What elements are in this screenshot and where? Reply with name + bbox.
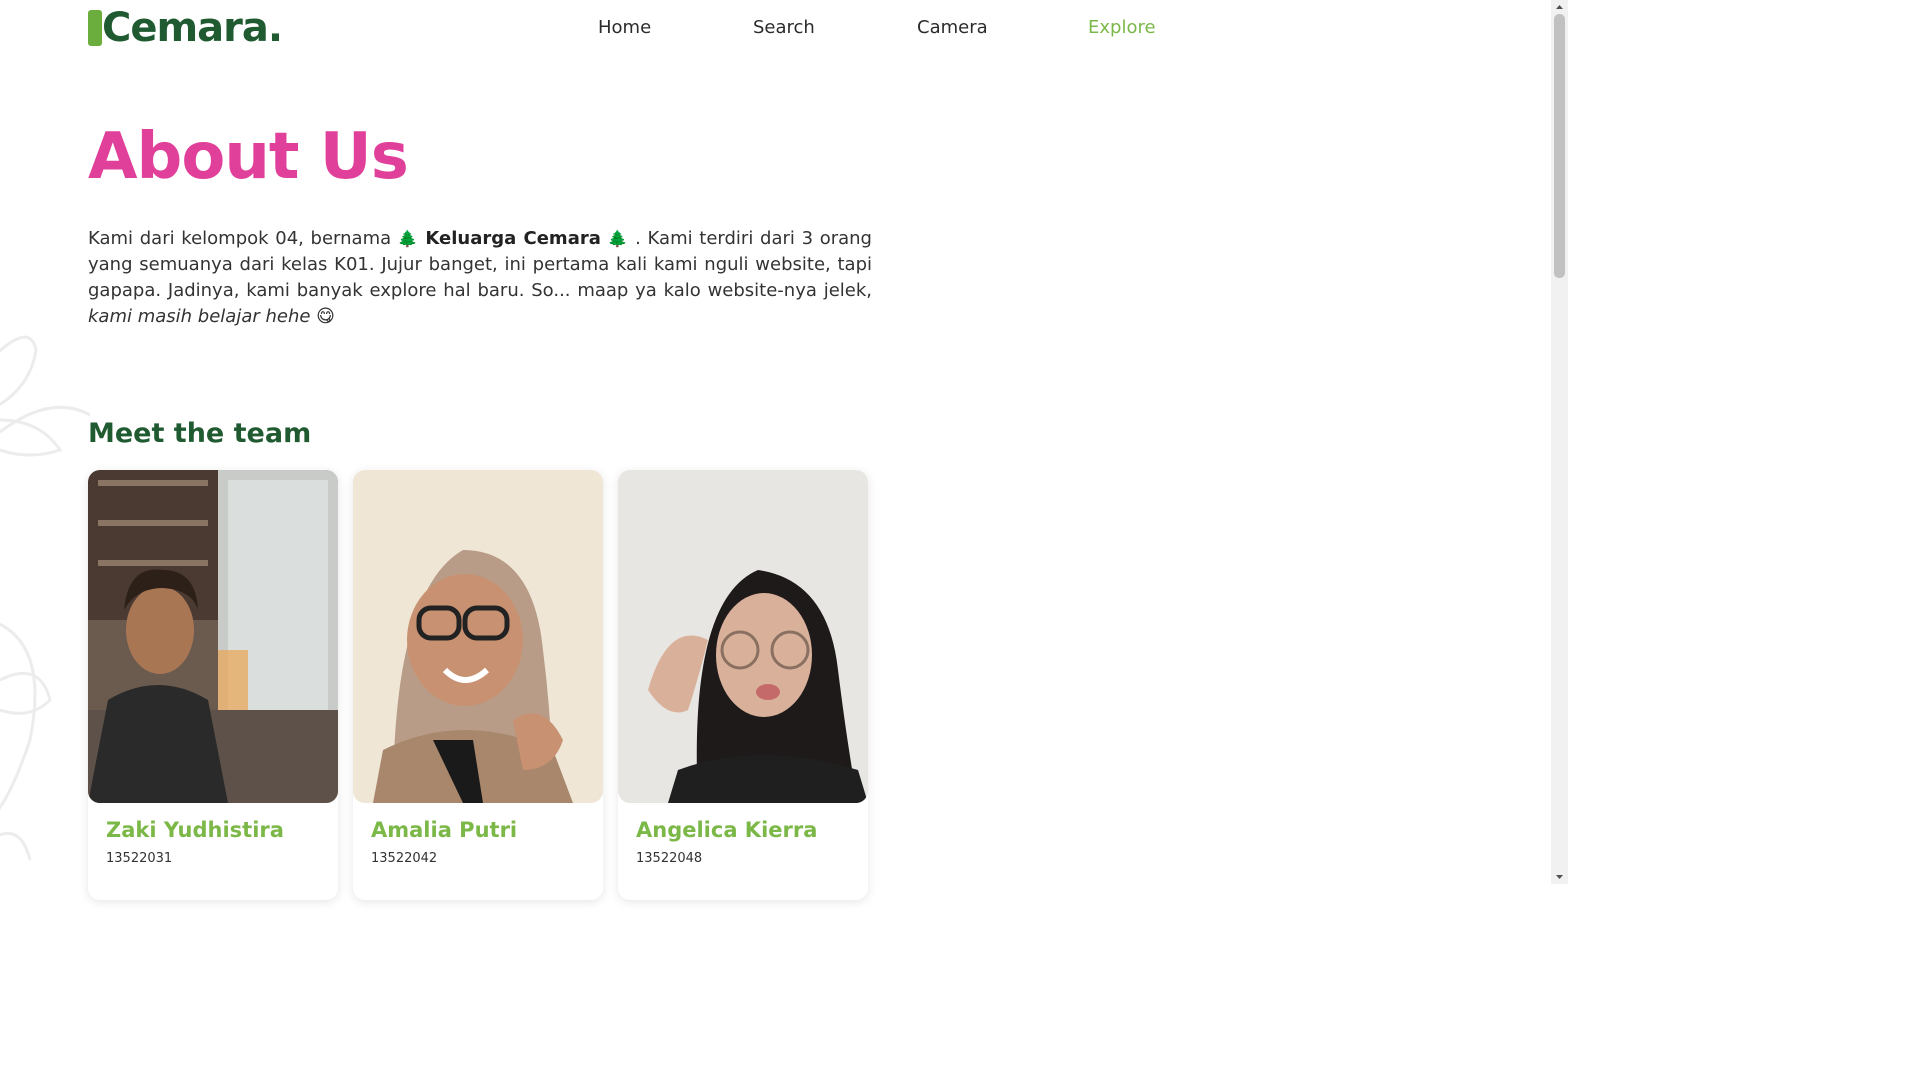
intro-paragraph: Kami dari kelompok 04, bernama 🌲 Keluarg… (88, 226, 872, 330)
leaf-decoration-icon (0, 335, 90, 861)
nav-search[interactable]: Search (753, 17, 815, 38)
nav-camera[interactable]: Camera (917, 17, 988, 38)
team-cards: Zaki Yudhistira 13522031 Amalia Putri 13… (88, 470, 878, 900)
member-photo (353, 470, 603, 803)
page-scrollbar[interactable] (1551, 0, 1568, 884)
group-name: Keluarga Cemara (425, 228, 601, 249)
member-photo (88, 470, 338, 803)
member-name: Amalia Putri (371, 818, 518, 842)
intro-italic: kami masih belajar hehe (88, 306, 311, 327)
intro-text-1: Kami dari kelompok 04, bernama (88, 228, 398, 249)
scroll-up-icon[interactable] (1551, 0, 1568, 14)
scrollbar-thumb[interactable] (1554, 14, 1565, 278)
tree-icon: 🌲 (607, 229, 629, 248)
member-nim: 13522042 (371, 851, 438, 866)
member-name: Angelica Kierra (636, 818, 818, 842)
tree-icon: 🌲 (397, 229, 419, 248)
scroll-down-icon[interactable] (1551, 870, 1568, 884)
nav-links: Home Search Camera Explore (0, 17, 1551, 41)
member-name: Zaki Yudhistira (106, 818, 284, 842)
team-heading: Meet the team (88, 418, 312, 449)
team-card[interactable]: Zaki Yudhistira 13522031 (88, 470, 338, 900)
tongue-emoji-icon: 😋 (316, 306, 335, 327)
member-nim: 13522048 (636, 851, 703, 866)
team-card[interactable]: Amalia Putri 13522042 (353, 470, 603, 900)
nav-explore[interactable]: Explore (1088, 17, 1156, 38)
nav-home[interactable]: Home (598, 17, 651, 38)
page-title: About Us (88, 120, 409, 194)
member-photo (618, 470, 868, 803)
team-card[interactable]: Angelica Kierra 13522048 (618, 470, 868, 900)
top-navbar: Cemara. Home Search Camera Explore (0, 0, 1551, 60)
member-nim: 13522031 (106, 851, 173, 866)
